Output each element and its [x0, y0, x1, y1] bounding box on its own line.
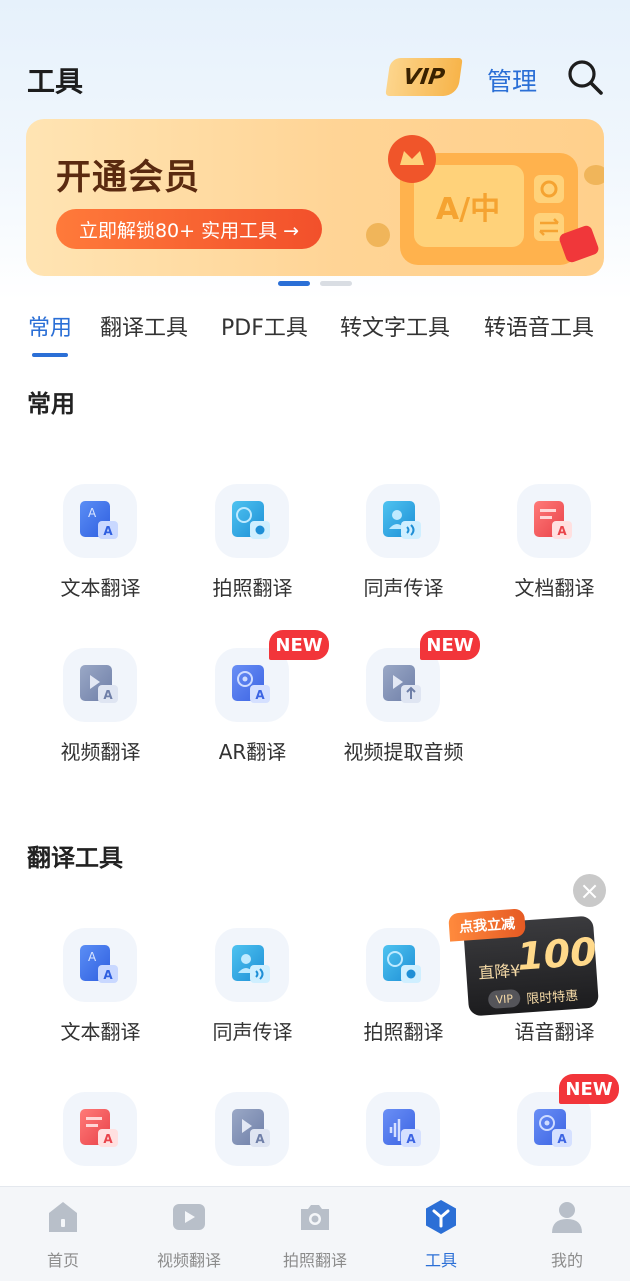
tool-video-extract-audio[interactable]: NEW 视频提取音频 [328, 630, 480, 788]
new-badge: NEW [420, 630, 480, 660]
tool-document-translate[interactable]: A 文档翻译 [479, 484, 630, 624]
membership-banner[interactable]: 开通会员 立即解锁80+ 实用工具 → A/中 [26, 119, 604, 276]
tab-to-text-tools[interactable]: 转文字工具 [340, 310, 450, 342]
tool-label: 文本翻译 [60, 1020, 141, 1044]
svg-text:A: A [255, 1132, 265, 1146]
document-translate-icon: A [517, 484, 591, 558]
promo-amount: 100 [515, 929, 599, 979]
section-title-common: 常用 [27, 390, 75, 418]
text-translate-icon: AA [63, 928, 137, 1002]
nav-label: 拍照翻译 [282, 1251, 347, 1270]
promo-vip-chip: VIP [487, 988, 521, 1010]
active-tab-indicator [32, 353, 68, 357]
tool-label: 拍照翻译 [212, 576, 293, 600]
tool-video-translate[interactable]: A 视频翻译 [25, 648, 176, 788]
pagination-dot-active [278, 281, 310, 286]
tab-to-speech-tools[interactable]: 转语音工具 [484, 310, 594, 342]
promo-prefix: 直降¥ [477, 960, 522, 983]
document-translate-icon: A [63, 1092, 137, 1166]
nav-tools[interactable]: 工具 [378, 1187, 504, 1281]
banner-art-text: A/中 [436, 192, 500, 227]
tools-hexagon-icon [426, 1200, 456, 1234]
svg-text:A: A [406, 1132, 416, 1146]
banner-pagination [278, 281, 358, 287]
section-title-translate-tools: 翻译工具 [27, 844, 123, 872]
tool-ar-translate[interactable]: A NEW AR翻译 [177, 630, 329, 788]
tool-label: 视频翻译 [60, 740, 141, 764]
text-translate-icon: AA [63, 484, 137, 558]
video-translate-icon: A [63, 648, 137, 722]
promo-tag: 点我立减 [448, 908, 526, 942]
tab-common[interactable]: 常用 [28, 310, 72, 342]
tool-simultaneous-interpretation[interactable]: 同声传译 [177, 928, 328, 1068]
page-title: 工具 [27, 65, 84, 98]
svg-text:A: A [255, 688, 265, 702]
vip-button[interactable]: VIP [385, 58, 463, 96]
user-icon [552, 1202, 582, 1233]
tool-text-translate[interactable]: AA 文本翻译 [25, 928, 176, 1068]
vip-discount-promo[interactable]: 点我立减 直降¥ 100 VIP 限时特惠 [448, 908, 600, 1017]
nav-label: 视频翻译 [156, 1251, 221, 1270]
bottom-navigation: 首页 视频翻译 拍照翻译 工具 我的 [0, 1186, 630, 1281]
home-icon [49, 1202, 77, 1232]
svg-text:A: A [103, 968, 113, 982]
tool-photo-translate[interactable]: 拍照翻译 [328, 928, 479, 1068]
tab-translate-tools[interactable]: 翻译工具 [100, 310, 188, 342]
photo-translate-icon [366, 928, 440, 1002]
nav-profile[interactable]: 我的 [504, 1187, 630, 1281]
svg-text:A: A [88, 506, 97, 520]
video-play-icon [173, 1204, 205, 1230]
svg-text:A: A [103, 524, 113, 538]
top-bar: 工具 VIP 管理 [0, 50, 630, 110]
tool-label: 文本翻译 [60, 576, 141, 600]
translator-device-illustration: A/中 [366, 135, 604, 265]
unlock-tools-button[interactable]: 立即解锁80+ 实用工具 → [56, 209, 322, 249]
svg-text:A: A [557, 524, 567, 538]
new-badge: NEW [559, 1074, 619, 1104]
nav-photo-translate[interactable]: 拍照翻译 [252, 1187, 378, 1281]
svg-text:A: A [557, 1132, 567, 1146]
video-translate-icon: A [215, 1092, 289, 1166]
camera-icon [301, 1205, 329, 1230]
simultaneous-interpretation-icon [366, 484, 440, 558]
simultaneous-interpretation-icon [215, 928, 289, 1002]
promo-close-button[interactable]: × [573, 874, 606, 907]
new-badge: NEW [269, 630, 329, 660]
nav-label: 首页 [46, 1251, 79, 1270]
manage-link[interactable]: 管理 [487, 62, 537, 98]
svg-text:A: A [88, 950, 97, 964]
pagination-dot [320, 281, 352, 286]
tool-simultaneous-interpretation[interactable]: 同声传译 [328, 484, 479, 624]
nav-label: 工具 [424, 1251, 457, 1270]
tool-photo-translate[interactable]: 拍照翻译 [177, 484, 328, 624]
photo-translate-icon [215, 484, 289, 558]
tool-label: 视频提取音频 [343, 740, 464, 764]
close-icon: × [579, 876, 600, 905]
tab-pdf-tools[interactable]: PDF工具 [221, 310, 308, 342]
audio-translate-icon: A [366, 1092, 440, 1166]
tool-label: 同声传译 [212, 1020, 293, 1044]
banner-title: 开通会员 [56, 158, 201, 198]
nav-home[interactable]: 首页 [0, 1187, 126, 1281]
nav-video-translate[interactable]: 视频翻译 [126, 1187, 252, 1281]
tool-label: 拍照翻译 [363, 1020, 444, 1044]
svg-text:A: A [103, 688, 113, 702]
tool-text-translate[interactable]: AA 文本翻译 [25, 484, 176, 624]
svg-text:A: A [103, 1132, 113, 1146]
tool-label: 语音翻译 [514, 1020, 595, 1044]
tool-label: AR翻译 [218, 740, 287, 764]
search-icon[interactable] [566, 58, 604, 96]
tool-label: 同声传译 [363, 576, 444, 600]
tool-label: 文档翻译 [514, 576, 595, 600]
tool-category-tabs: 常用 翻译工具 PDF工具 转文字工具 转语音工具 [0, 310, 630, 360]
nav-label: 我的 [550, 1251, 583, 1270]
promo-subtitle: 限时特惠 [525, 988, 579, 1008]
